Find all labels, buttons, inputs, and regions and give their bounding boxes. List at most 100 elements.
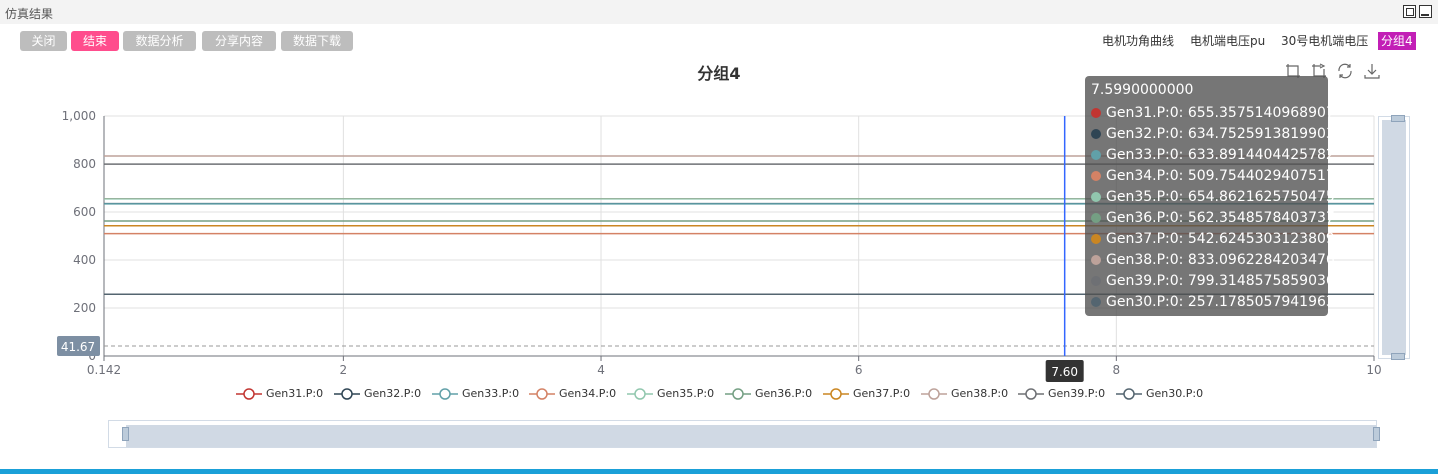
- legend-line-circle-icon: [529, 388, 555, 400]
- markline-label-bg: [57, 335, 100, 356]
- x-tick-label: 4: [597, 363, 605, 377]
- series-color-dot: [1091, 150, 1101, 160]
- tab-group4[interactable]: 分组4: [1378, 32, 1416, 50]
- legend-item[interactable]: Gen39.P:0: [1018, 386, 1110, 402]
- legend-label: Gen39.P:0: [1048, 387, 1106, 400]
- share-content-button[interactable]: 分享内容: [202, 31, 276, 51]
- legend-line-circle-icon: [1018, 388, 1044, 400]
- chart-tooltip: 7.5990000000 Gen31.P:0: 655.357514096890…: [1085, 76, 1344, 316]
- legend-item[interactable]: Gen38.P:0: [921, 386, 1013, 402]
- minimize-icon[interactable]: [1419, 5, 1432, 18]
- y-tick-label: 800: [73, 157, 96, 171]
- x-zoom-handle-left[interactable]: [122, 427, 129, 441]
- legend-label: Gen30.P:0: [1146, 387, 1204, 400]
- legend-item[interactable]: Gen33.P:0: [432, 386, 524, 402]
- tooltip-row-text: Gen34.P:0: 509.75440294075173: [1106, 168, 1344, 184]
- legend-label: Gen31.P:0: [266, 387, 324, 400]
- download-icon[interactable]: [1364, 63, 1380, 79]
- tooltip-row-text: Gen36.P:0: 562.3548578403737: [1106, 210, 1335, 226]
- x-tick-label: 6: [855, 363, 863, 377]
- legend-item[interactable]: Gen35.P:0: [627, 386, 719, 402]
- tooltip-row-text: Gen35.P:0: 654.8621625750475: [1106, 189, 1335, 205]
- legend-line-circle-icon: [1116, 388, 1142, 400]
- legend-line-circle-icon: [236, 388, 262, 400]
- tooltip-row: Gen34.P:0: 509.75440294075173: [1091, 166, 1344, 186]
- legend-line-circle-icon: [823, 388, 849, 400]
- bottom-accent-bar: [0, 469, 1438, 474]
- legend-label: Gen34.P:0: [559, 387, 617, 400]
- x-data-zoom-fill: [126, 425, 1376, 447]
- legend-item[interactable]: Gen37.P:0: [823, 386, 915, 402]
- y-tick-label: 0: [88, 349, 96, 363]
- window-title: 仿真结果: [5, 7, 54, 21]
- series-color-dot: [1091, 129, 1101, 139]
- data-download-button[interactable]: 数据下载: [281, 31, 353, 51]
- tooltip-row: Gen31.P:0: 655.3575140968907: [1091, 103, 1335, 123]
- chart-legend: Gen31.P:0 Gen32.P:0 Gen33.P:0 Gen34.P:0 Gen3…: [0, 386, 1438, 402]
- y-data-zoom-fill: [1382, 120, 1406, 355]
- series-color-dot: [1091, 255, 1101, 265]
- legend-line-circle-icon: [432, 388, 458, 400]
- legend-line-circle-icon: [725, 388, 751, 400]
- tooltip-row: Gen30.P:0: 257.1785057941963: [1091, 292, 1335, 312]
- legend-item[interactable]: Gen36.P:0: [725, 386, 817, 402]
- data-analysis-button[interactable]: 数据分析: [123, 31, 196, 51]
- legend-label: Gen36.P:0: [755, 387, 813, 400]
- tooltip-row: Gen33.P:0: 633.8914404425782: [1091, 145, 1335, 165]
- series-color-dot: [1091, 234, 1101, 244]
- legend-item[interactable]: Gen30.P:0: [1116, 386, 1208, 402]
- legend-line-circle-icon: [334, 388, 360, 400]
- legend-label: Gen32.P:0: [364, 387, 422, 400]
- tab-gen30-voltage[interactable]: 30号电机端电压: [1281, 32, 1368, 50]
- cursor-label-bg: [1045, 360, 1084, 382]
- x-data-zoom[interactable]: [108, 420, 1380, 448]
- tooltip-row-text: Gen33.P:0: 633.8914404425782: [1106, 147, 1335, 163]
- tab-terminal-voltage-pu[interactable]: 电机端电压pu: [1190, 32, 1265, 50]
- tooltip-row: Gen35.P:0: 654.8621625750475: [1091, 187, 1335, 207]
- tooltip-row-text: Gen38.P:0: 833.0962284203476: [1106, 252, 1335, 268]
- y-tick-label: 400: [73, 253, 96, 267]
- legend-label: Gen37.P:0: [853, 387, 911, 400]
- close-button[interactable]: 关闭: [20, 31, 67, 51]
- x-tick-label: 2: [340, 363, 348, 377]
- legend-line-circle-icon: [627, 388, 653, 400]
- tooltip-row: Gen39.P:0: 799.3148575859036: [1091, 271, 1335, 291]
- tooltip-header: 7.5990000000: [1091, 82, 1194, 98]
- x-tick-label: 0.142: [87, 363, 121, 377]
- series-color-dot: [1091, 213, 1101, 223]
- legend-item[interactable]: Gen31.P:0: [236, 386, 328, 402]
- tooltip-row: Gen32.P:0: 634.7525913819903: [1091, 124, 1335, 144]
- y-data-zoom[interactable]: [1378, 115, 1410, 360]
- x-zoom-handle-right[interactable]: [1373, 427, 1380, 441]
- y-tick-label: 1,000: [62, 109, 96, 123]
- tooltip-row-text: Gen30.P:0: 257.1785057941963: [1106, 294, 1335, 310]
- legend-label: Gen35.P:0: [657, 387, 715, 400]
- y-zoom-handle-bottom[interactable]: [1391, 353, 1405, 360]
- y-tick-label: 600: [73, 205, 96, 219]
- restore-icon[interactable]: [1337, 63, 1353, 79]
- y-zoom-handle-top[interactable]: [1391, 115, 1405, 122]
- legend-item[interactable]: Gen32.P:0: [334, 386, 426, 402]
- y-tick-label: 200: [73, 301, 96, 315]
- series-color-dot: [1091, 171, 1101, 181]
- tooltip-row: Gen38.P:0: 833.0962284203476: [1091, 250, 1335, 270]
- tooltip-row-text: Gen32.P:0: 634.7525913819903: [1106, 126, 1335, 142]
- tooltip-row-text: Gen31.P:0: 655.3575140968907: [1106, 105, 1335, 121]
- legend-item[interactable]: Gen34.P:0: [529, 386, 621, 402]
- end-button[interactable]: 结束: [71, 31, 119, 51]
- x-tick-label: 8: [1113, 363, 1121, 377]
- markline-label: 41.67: [61, 340, 95, 354]
- tooltip-row: Gen36.P:0: 562.3548578403737: [1091, 208, 1335, 228]
- series-color-dot: [1091, 108, 1101, 118]
- title-bar: 仿真结果: [0, 0, 1438, 24]
- maximize-icon[interactable]: [1403, 5, 1416, 18]
- series-color-dot: [1091, 297, 1101, 307]
- tooltip-row-text: Gen37.P:0: 542.6245303123809: [1106, 231, 1335, 247]
- cursor-label: 7.60: [1051, 365, 1078, 379]
- x-tick-label: 10: [1366, 363, 1381, 377]
- legend-label: Gen38.P:0: [951, 387, 1009, 400]
- series-color-dot: [1091, 192, 1101, 202]
- tooltip-row: Gen37.P:0: 542.6245303123809: [1091, 229, 1335, 249]
- tab-rotor-angle[interactable]: 电机功角曲线: [1102, 32, 1174, 50]
- series-color-dot: [1091, 276, 1101, 286]
